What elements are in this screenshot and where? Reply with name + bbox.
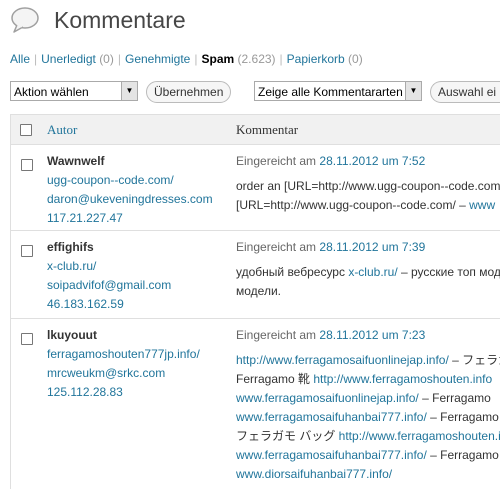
comment-author: effighifs x-club.ru/ soipadvifof@gmail.c… (47, 238, 171, 314)
comment-type-value: Zeige alle Kommentararten (258, 85, 403, 99)
comments-table: Autor Kommentar Wawnwelf ugg-coupon--cod… (10, 114, 500, 489)
filter-spam-link[interactable]: Spam (201, 52, 234, 66)
submitted-on: Eingereicht am 28.11.2012 um 7:39 (236, 238, 500, 257)
comment-content: Eingereicht am 28.11.2012 um 7:39 удобны… (236, 238, 500, 301)
comment-content: Eingereicht am 28.11.2012 um 7:23 http:/… (236, 326, 500, 484)
comment-line: order an [URL=http://www.ugg-coupon--cod… (236, 177, 500, 196)
comment-text: удобный вебресурс (236, 265, 349, 279)
table-row: lkuyouut ferragamoshouten777jp.info/ mrc… (10, 319, 500, 489)
comment-content: Eingereicht am 28.11.2012 um 7:52 order … (236, 152, 500, 215)
comment-body: order an [URL=http://www.ugg-coupon--cod… (236, 177, 500, 215)
separator: | (117, 52, 121, 66)
dropdown-arrow-icon: ▼ (405, 82, 421, 100)
comment-body: удобный вебресурс x-club.ru/ – русские т… (236, 263, 500, 301)
author-ip-link[interactable]: 125.112.28.83 (47, 383, 200, 402)
status-filter-links: Alle | Unerledigt (0) | Genehmigte | Spam (2.6… (10, 52, 363, 66)
bulk-action-select[interactable]: Aktion wählen ▼ (10, 81, 138, 101)
comment-link[interactable]: www.ferragamosaifuonlinejap.info/ (236, 391, 419, 405)
dropdown-arrow-icon: ▼ (121, 82, 137, 100)
comment-text: – русские топ моде (397, 265, 500, 279)
separator: | (34, 52, 38, 66)
comment-link[interactable]: x-club.ru/ (348, 265, 397, 279)
filter-trash-link[interactable]: Papierkorb (287, 52, 345, 66)
comment-link[interactable]: www.ferragamosaifuhanbai777.info/ (236, 410, 427, 424)
author-url-link[interactable]: ferragamoshouten777jp.info/ (47, 345, 200, 364)
table-row: Wawnwelf ugg-coupon--code.com/ daron@uke… (10, 145, 500, 231)
author-url-link[interactable]: ugg-coupon--code.com/ (47, 171, 213, 190)
bulk-action-value: Aktion wählen (14, 85, 89, 99)
row-checkbox[interactable] (21, 333, 33, 345)
comment-text: [URL=http://www.ugg-coupon--code.com/ – (236, 198, 470, 212)
comment-text: – Ferragamo (418, 391, 491, 405)
submitted-on: Eingereicht am 28.11.2012 um 7:23 (236, 326, 500, 345)
row-checkbox[interactable] (21, 159, 33, 171)
author-ip-link[interactable]: 46.183.162.59 (47, 295, 171, 314)
comment-line: www.ferragamosaifuonlinejap.info/ – Ferr… (236, 389, 500, 408)
table-header: Autor Kommentar (10, 114, 500, 145)
filter-button[interactable]: Auswahl ei (430, 81, 500, 103)
author-name: effighifs (47, 240, 94, 254)
author-email-link[interactable]: daron@ukeveningdresses.com (47, 190, 213, 209)
row-checkbox[interactable] (21, 245, 33, 257)
table-row: effighifs x-club.ru/ soipadvifof@gmail.c… (10, 231, 500, 319)
filter-spam-count: (2.623) (237, 52, 276, 66)
comment-text: – Ferragamo (426, 448, 499, 462)
author-url-link[interactable]: x-club.ru/ (47, 257, 171, 276)
comment-type-select[interactable]: Zeige alle Kommentararten ▼ (254, 81, 422, 101)
comment-body: http://www.ferragamosaifuonlinejap.info/… (236, 351, 500, 484)
author-name: Wawnwelf (47, 154, 105, 168)
comment-link[interactable]: http://www.ferragamosaifuonlinejap.info/ (236, 353, 449, 367)
author-ip-link[interactable]: 117.21.227.47 (47, 209, 213, 228)
comment-link[interactable]: http://www.ferragamoshouten.info (313, 372, 492, 386)
comment-text: order an [URL=http://www.ugg-coupon--cod… (236, 179, 500, 193)
comment-link[interactable]: http://www.ferragamoshouten.inf (339, 429, 500, 443)
comment-line: Ferragamo 靴 http://www.ferragamoshouten.… (236, 370, 500, 389)
comment-date-link[interactable]: 28.11.2012 um 7:39 (319, 240, 425, 254)
separator: | (279, 52, 283, 66)
comment-line: http://www.ferragamosaifuonlinejap.info/… (236, 351, 500, 370)
comment-line: www.ferragamosaifuhanbai777.info/ – Ferr… (236, 408, 500, 427)
tablenav-top: Aktion wählen ▼ Übernehmen Zeige alle Ko… (0, 81, 500, 105)
submitted-prefix: Eingereicht am (236, 240, 317, 254)
comment-link[interactable]: www (469, 198, 495, 212)
filter-all-link[interactable]: Alle (10, 52, 30, 66)
comment-date-link[interactable]: 28.11.2012 um 7:52 (319, 154, 425, 168)
author-email-link[interactable]: mrcweukm@srkc.com (47, 364, 200, 383)
speech-bubble-icon (11, 7, 39, 33)
comment-line: модели. (236, 282, 500, 301)
comment-text: Ferragamo 靴 (236, 372, 314, 386)
comment-text: フェラガモ バッグ (236, 429, 339, 443)
comment-line: www.ferragamosaifuhanbai777.info/ – Ferr… (236, 446, 500, 465)
separator: | (194, 52, 198, 66)
apply-button[interactable]: Übernehmen (146, 81, 232, 103)
filter-trash-count: (0) (348, 52, 363, 66)
filter-approved-link[interactable]: Genehmigte (125, 52, 190, 66)
comment-author: Wawnwelf ugg-coupon--code.com/ daron@uke… (47, 152, 213, 228)
author-email-link[interactable]: soipadvifof@gmail.com (47, 276, 171, 295)
column-comment-header: Kommentar (236, 122, 299, 137)
comment-line: www.diorsaifuhanbai777.info/ (236, 465, 500, 484)
comment-line: フェラガモ バッグ http://www.ferragamoshouten.in… (236, 427, 500, 446)
submitted-prefix: Eingereicht am (236, 328, 317, 342)
submitted-on: Eingereicht am 28.11.2012 um 7:52 (236, 152, 500, 171)
comment-line: удобный вебресурс x-club.ru/ – русские т… (236, 263, 500, 282)
comment-link[interactable]: www.ferragamosaifuhanbai777.info/ (236, 448, 427, 462)
comment-author: lkuyouut ferragamoshouten777jp.info/ mrc… (47, 326, 200, 402)
filter-pending-link[interactable]: Unerledigt (41, 52, 96, 66)
comment-link[interactable]: www.diorsaifuhanbai777.info/ (236, 467, 392, 481)
comment-text: – Ferragamo (426, 410, 499, 424)
filter-pending-count: (0) (99, 52, 114, 66)
comment-text: – フェラガ (452, 353, 500, 367)
comment-text: модели. (236, 284, 281, 298)
submitted-prefix: Eingereicht am (236, 154, 317, 168)
column-author-header[interactable]: Autor (47, 122, 77, 138)
page-title: Kommentare (54, 7, 186, 33)
author-name: lkuyouut (47, 328, 97, 342)
comment-line: [URL=http://www.ugg-coupon--code.com/ – … (236, 196, 500, 215)
comment-date-link[interactable]: 28.11.2012 um 7:23 (319, 328, 425, 342)
select-all-checkbox[interactable] (20, 124, 32, 136)
